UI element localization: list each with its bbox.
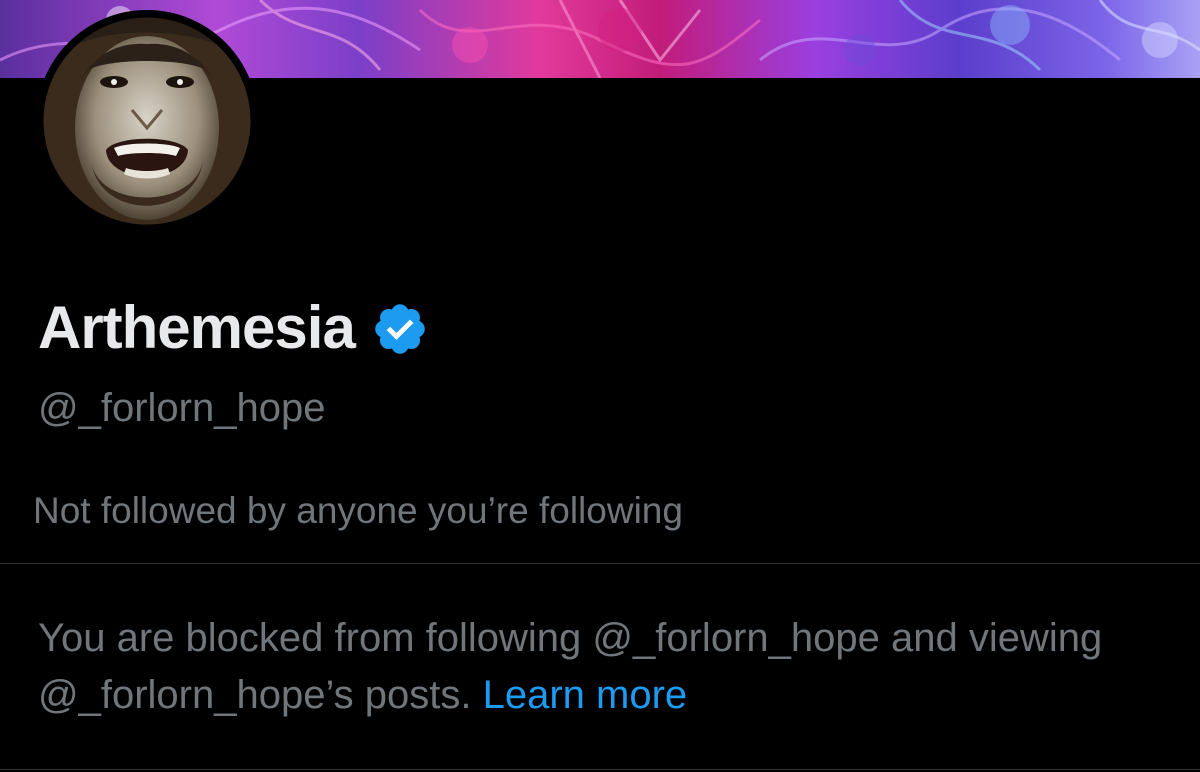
display-name-row: Arthemesia (38, 288, 429, 368)
blocked-notice: You are blocked from following @_forlorn… (38, 610, 1178, 724)
bottom-divider (0, 769, 1200, 770)
section-divider (0, 563, 1200, 564)
profile-page: Arthemesia @_forlorn_hope Not followed b… (0, 0, 1200, 772)
verified-badge-icon[interactable] (371, 300, 429, 358)
display-name: Arthemesia (38, 294, 356, 361)
avatar-image (36, 10, 258, 232)
profile-avatar[interactable] (36, 10, 258, 232)
learn-more-link[interactable]: Learn more (483, 673, 688, 717)
followers-you-know-note: Not followed by anyone you’re following (33, 490, 683, 531)
profile-handle: @_forlorn_hope (38, 386, 326, 430)
